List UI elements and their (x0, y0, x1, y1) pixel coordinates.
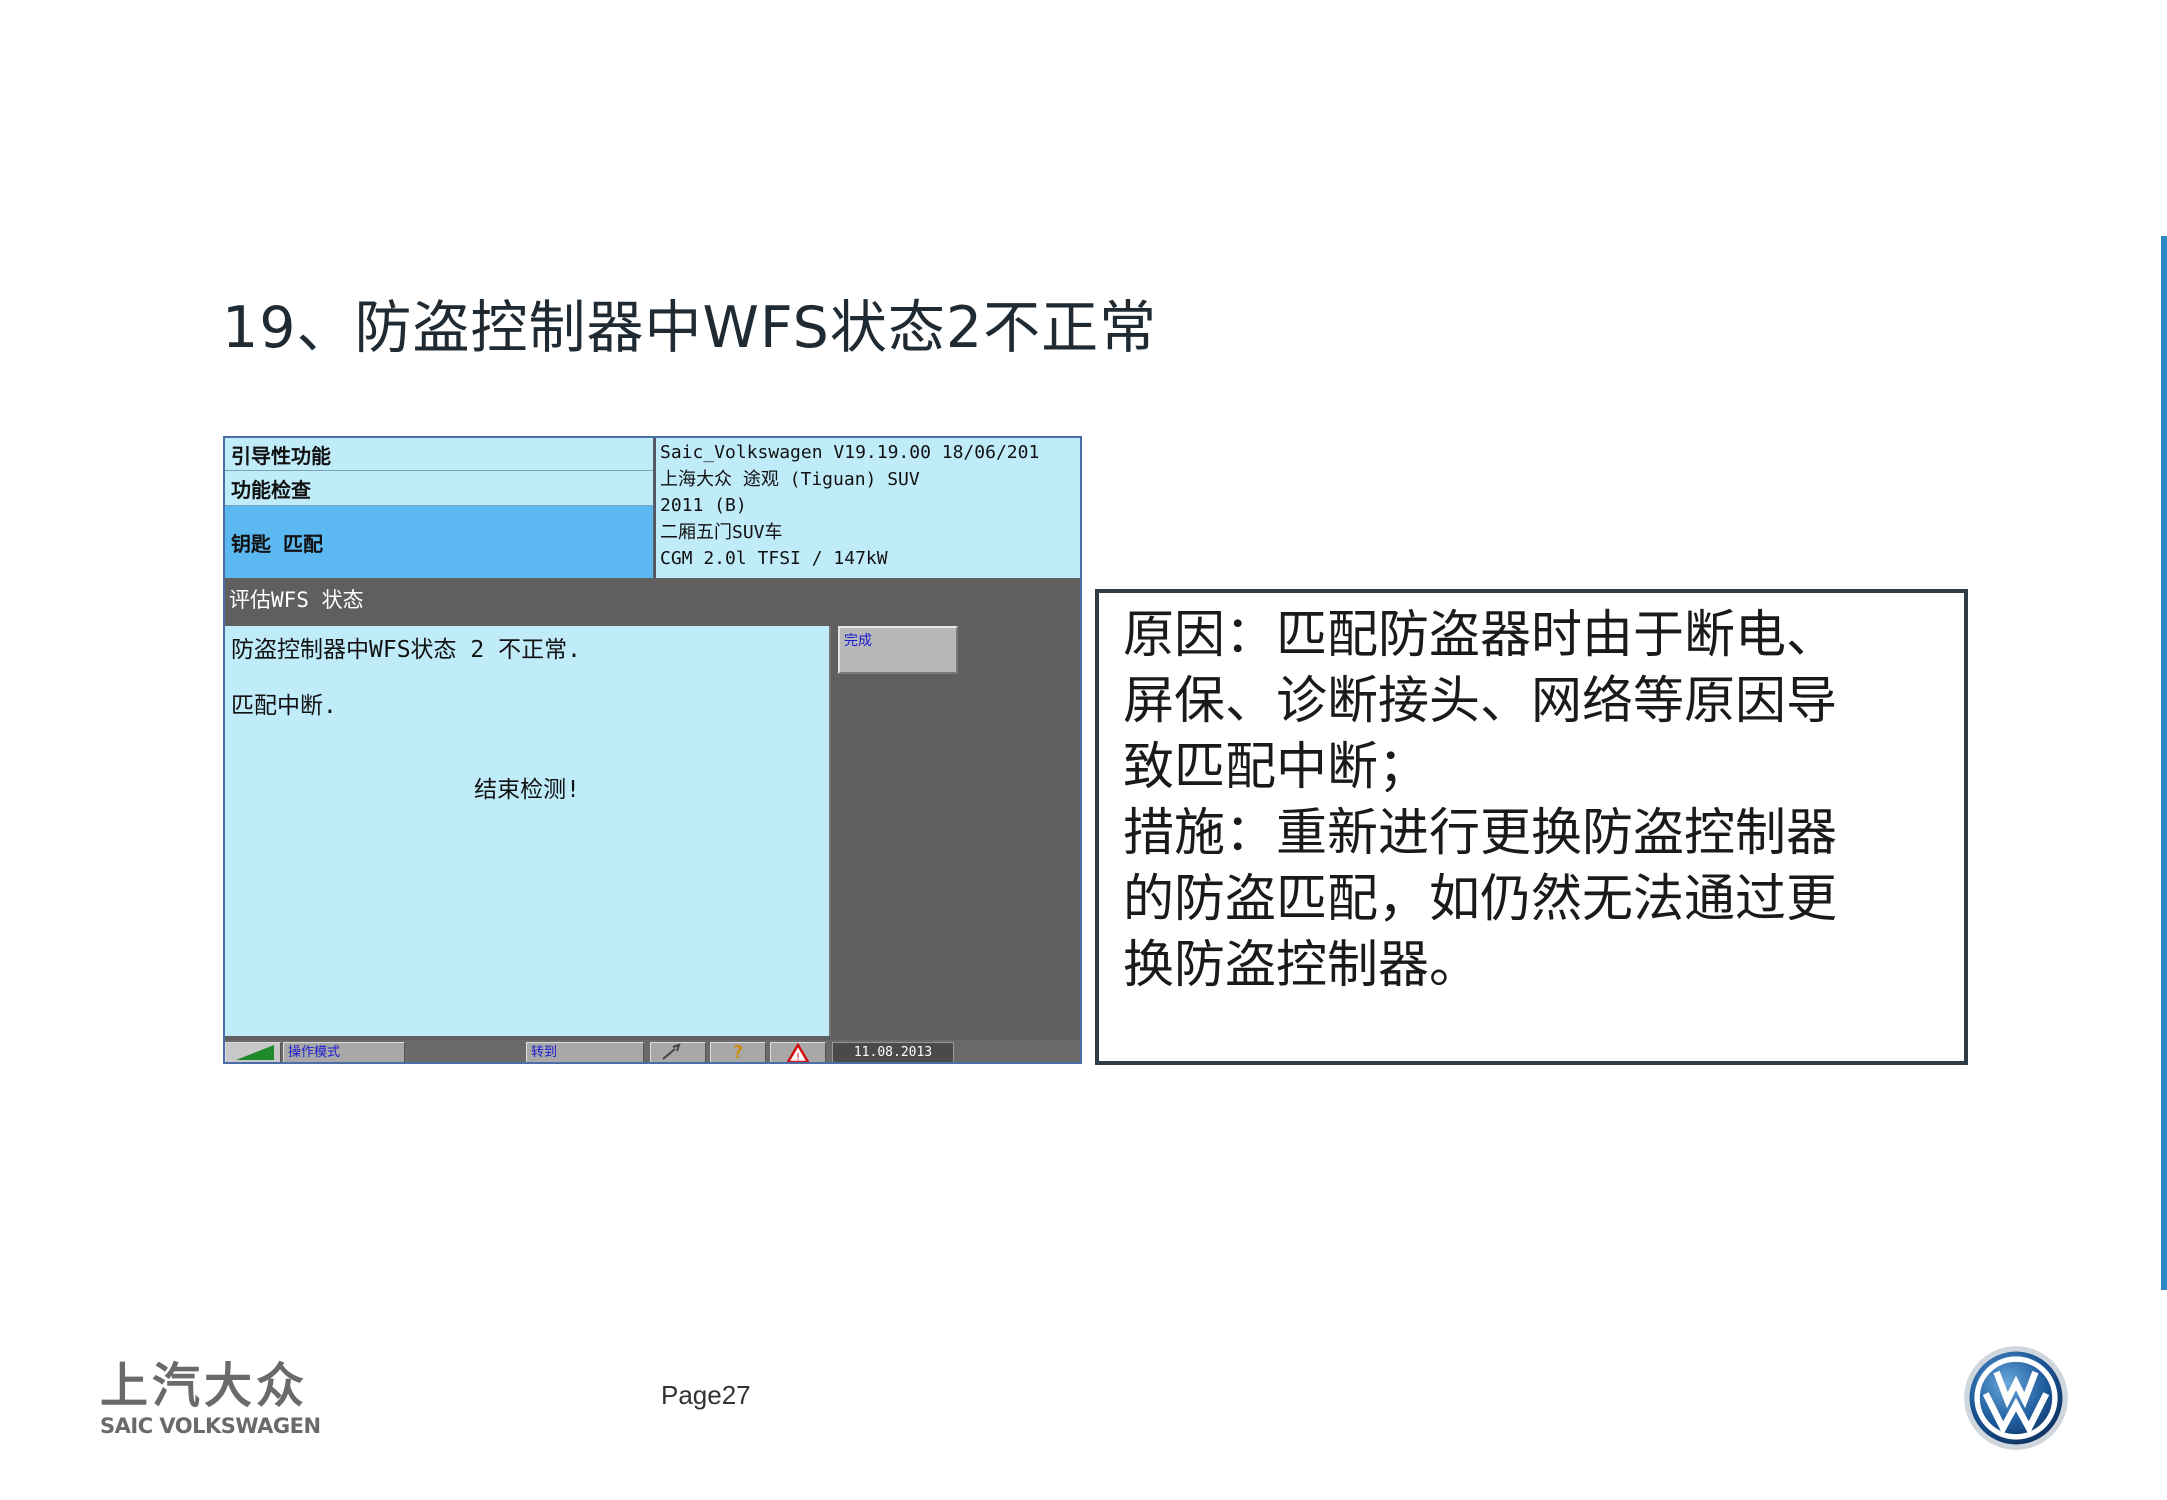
saic-vw-brand: 上汽大众 SAIC VOLKSWAGEN (100, 1358, 321, 1438)
signal-icon (225, 1042, 281, 1062)
warning-button[interactable]: ! (770, 1042, 826, 1063)
status-bar: 操作模式 转到 ? ! 11.08.2013 (225, 1040, 1080, 1063)
brand-name-cn: 上汽大众 (100, 1358, 309, 1414)
note-line: 的防盗匹配，如仍然无法通过更 (1123, 870, 1838, 929)
note-line: 致匹配中断； (1123, 738, 1430, 797)
nav-item-key-adaptation[interactable]: 钥匙 匹配 (225, 506, 653, 578)
vw-logo-icon (1964, 1346, 2068, 1450)
done-button[interactable]: 完成 (838, 626, 958, 674)
message-area: 防盗控制器中WFS状态 2 不正常. 匹配中断. 结束检测! (225, 626, 831, 1036)
help-button[interactable]: ? (710, 1042, 766, 1063)
section-title: 评估WFS 状态 (229, 588, 364, 612)
note-line: 措施：重新进行更换防盗控制器 (1123, 804, 1838, 863)
slide-title: 19、防盗控制器中WFS状态2不正常 (222, 295, 1158, 361)
tools-icon (662, 1043, 681, 1060)
nav-item-guided-functions[interactable]: 引导性功能 (225, 438, 653, 471)
note-line: 换防盗控制器。 (1123, 936, 1481, 995)
page-number: Page27 (661, 1380, 751, 1410)
warning-icon: ! (786, 1043, 810, 1063)
vehicle-model: 上海大众 途观 (Tiguan) SUV (660, 468, 920, 490)
explanation-box: 原因：匹配防盗器时由于断电、 屏保、诊断接头、网络等原因导 致匹配中断； 措施：… (1095, 589, 1968, 1065)
mode-button[interactable]: 操作模式 (283, 1042, 405, 1062)
vehicle-body: 二厢五门SUV车 (660, 521, 783, 543)
note-line: 原因：匹配防盗器时由于断电、 (1123, 606, 1838, 665)
svg-text:!: ! (796, 1052, 800, 1063)
goto-button[interactable]: 转到 (526, 1042, 644, 1062)
help-icon: ? (732, 1042, 744, 1063)
vehicle-engine: CGM 2.0l TFSI / 147kW (660, 548, 888, 569)
status-date: 11.08.2013 (832, 1042, 954, 1062)
vehicle-year: 2011 (B) (660, 495, 747, 516)
right-accent-bar (2161, 236, 2167, 1290)
explanation-text: 原因：匹配防盗器时由于断电、 屏保、诊断接头、网络等原因导 致匹配中断； 措施：… (1123, 603, 1943, 999)
software-version: Saic_Volkswagen V19.19.00 18/06/201 (660, 442, 1040, 463)
message-adaptation-aborted: 匹配中断. (231, 693, 337, 719)
diagnostic-screenshot: 引导性功能 功能检查 钥匙 匹配 Saic_Volkswagen V19.19.… (223, 436, 1082, 1064)
message-end-test: 结束检测! (474, 777, 580, 803)
nav-item-function-check[interactable]: 功能检查 (225, 471, 653, 506)
brand-name-en: SAIC VOLKSWAGEN (100, 1414, 321, 1438)
message-wfs-status: 防盗控制器中WFS状态 2 不正常. (231, 637, 581, 663)
tools-button[interactable] (650, 1042, 706, 1062)
note-line: 屏保、诊断接头、网络等原因导 (1123, 672, 1838, 731)
vehicle-info-panel: Saic_Volkswagen V19.19.00 18/06/201 上海大众… (654, 438, 1080, 578)
